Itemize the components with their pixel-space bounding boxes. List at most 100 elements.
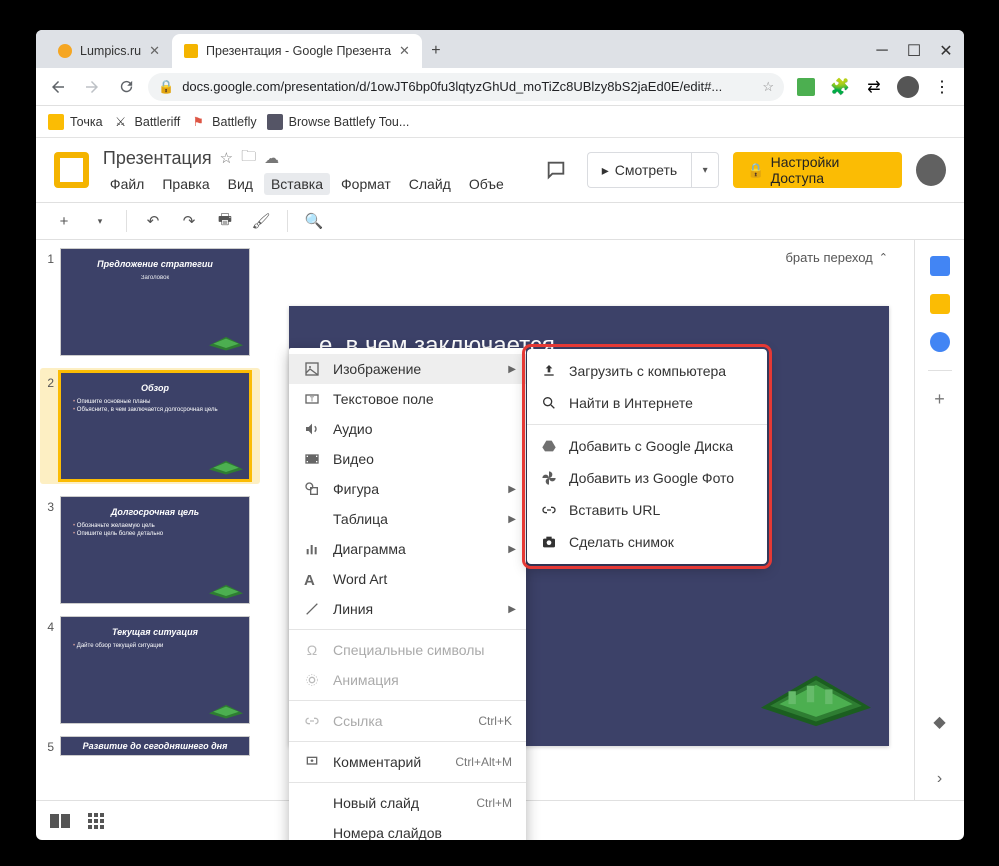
slide-thumbnail-selected[interactable]: Обзор Опишите основные планыОбъясните, в…	[60, 372, 250, 480]
menu-item-Изображение[interactable]: Изображение▶	[289, 354, 526, 384]
svg-text:T: T	[310, 395, 315, 404]
browser-tab-active[interactable]: Презентация - Google Презента ✕	[172, 34, 422, 68]
profile-avatar[interactable]	[896, 75, 920, 99]
extension-icon[interactable]	[794, 75, 818, 99]
menu-insert[interactable]: Вставка	[264, 173, 330, 195]
menu-label: Вставить URL	[569, 502, 660, 518]
calendar-icon[interactable]	[930, 256, 950, 276]
omnibox[interactable]: 🔒 docs.google.com/presentation/d/1owJT6b…	[148, 73, 784, 101]
submenu-item-photos[interactable]: Добавить из Google Фото	[527, 462, 767, 494]
slide-panel[interactable]: 1 Предложение стратегии Заголовок 2 Обзо…	[36, 240, 264, 800]
filmstrip-view-button[interactable]	[50, 814, 70, 828]
menu-item-Фигура[interactable]: Фигура▶	[289, 474, 526, 504]
bookmark[interactable]: ⚔Battleriff	[113, 114, 181, 130]
close-button[interactable]: ✕	[940, 34, 952, 68]
line-icon	[303, 601, 321, 617]
menu-label: Сделать снимок	[569, 534, 674, 550]
bookmark[interactable]: ⚑Battlefly	[190, 114, 256, 130]
menu-label: Текстовое поле	[333, 391, 434, 407]
grid-view-button[interactable]	[88, 813, 104, 829]
move-icon[interactable]: 🗀	[241, 146, 256, 171]
extensions-button[interactable]: 🧩	[828, 75, 852, 99]
tab-strip: Lumpics.ru ✕ Презентация - Google Презен…	[36, 34, 864, 68]
side-panel: + ◆ ›	[914, 240, 964, 800]
shortcut: Ctrl+Alt+M	[455, 755, 512, 769]
menu-view[interactable]: Вид	[221, 173, 260, 195]
zoom-button[interactable]: 🔍	[300, 207, 328, 235]
menu-label: Новый слайд	[333, 795, 419, 811]
star-icon[interactable]: ☆	[220, 149, 233, 167]
transition-button[interactable]: брать переход⌃	[785, 250, 888, 265]
paint-format-button[interactable]: 🖌	[247, 207, 275, 235]
account-avatar[interactable]	[916, 154, 946, 186]
slides-logo-icon[interactable]	[54, 152, 89, 188]
menu-item-Линия[interactable]: Линия▶	[289, 594, 526, 624]
new-slide-dropdown[interactable]: ▾	[86, 207, 114, 235]
print-button[interactable]: 🖶	[211, 207, 239, 235]
diagram-icon	[303, 541, 321, 557]
new-slide-button[interactable]: +	[50, 207, 78, 235]
menu-edit[interactable]: Правка	[155, 173, 216, 195]
submenu-item-search[interactable]: Найти в Интернете	[527, 387, 767, 419]
link-icon	[303, 713, 321, 729]
comment-history-button[interactable]	[539, 152, 573, 188]
submenu-item-camera[interactable]: Сделать снимок	[527, 526, 767, 558]
menu-button[interactable]: ⋮	[930, 75, 954, 99]
reload-button[interactable]	[114, 75, 138, 99]
browser-tab[interactable]: Lumpics.ru ✕	[46, 34, 172, 68]
menu-item-Аудио[interactable]: Аудио	[289, 414, 526, 444]
close-icon[interactable]: ✕	[399, 43, 410, 59]
svg-text:A: A	[304, 572, 315, 587]
menu-file[interactable]: Файл	[103, 173, 151, 195]
menu-arrange[interactable]: Объе	[462, 173, 511, 195]
menu-format[interactable]: Формат	[334, 173, 398, 195]
share-button[interactable]: 🔒Настройки Доступа	[733, 152, 902, 188]
close-icon[interactable]: ✕	[149, 43, 160, 59]
present-button[interactable]: ▸Смотреть	[587, 152, 691, 188]
menu-item-Видео[interactable]: Видео	[289, 444, 526, 474]
maximize-button[interactable]: ☐	[908, 34, 920, 68]
slide-thumbnail[interactable]: Текущая ситуация Дайте обзор текущей сит…	[60, 616, 250, 724]
bookmark[interactable]: Browse Battlefy Tou...	[267, 114, 410, 130]
tasks-icon[interactable]	[930, 332, 950, 352]
menu-item-Номера слайдов[interactable]: Номера слайдов	[289, 818, 526, 840]
submenu-item-drive[interactable]: Добавить с Google Диска	[527, 430, 767, 462]
doc-name[interactable]: Презентация	[103, 148, 212, 169]
add-addon-button[interactable]: +	[934, 389, 945, 410]
new-tab-button[interactable]: +	[422, 37, 450, 65]
menu-slide[interactable]: Слайд	[402, 173, 458, 195]
undo-button[interactable]: ↶	[139, 207, 167, 235]
menu-label: Загрузить с компьютера	[569, 363, 726, 379]
extension-icon[interactable]: ⇄	[862, 75, 886, 99]
star-icon[interactable]: ☆	[762, 79, 774, 95]
upload-icon	[541, 363, 557, 379]
menu-item-Новый слайд[interactable]: Новый слайд Ctrl+M	[289, 788, 526, 818]
menu-item-Word Art[interactable]: A Word Art	[289, 564, 526, 594]
insert-menu: Изображение▶TТекстовое полеАудиоВидеоФиг…	[289, 348, 526, 840]
menu-label: Изображение	[333, 361, 421, 377]
toolbar: + ▾ ↶ ↷ 🖶 🖌 🔍	[36, 202, 964, 240]
menu-item-Текстовое поле[interactable]: T Текстовое поле	[289, 384, 526, 414]
slide-thumbnail[interactable]: Развитие до сегодняшнего дня	[60, 736, 250, 756]
lock-icon: 🔒	[158, 79, 174, 95]
explore-button[interactable]: ◆	[933, 712, 945, 732]
comment-icon	[303, 754, 321, 770]
slide-thumbnail[interactable]: Предложение стратегии Заголовок	[60, 248, 250, 356]
menu-item-Комментарий[interactable]: КомментарийCtrl+Alt+M	[289, 747, 526, 777]
submenu-item-upload[interactable]: Загрузить с компьютера	[527, 355, 767, 387]
present-dropdown[interactable]: ▾	[691, 152, 719, 188]
menu-item-Таблица[interactable]: Таблица▶	[289, 504, 526, 534]
menu-label: Фигура	[333, 481, 379, 497]
slide-thumbnail[interactable]: Долгосрочная цель Обозначьте желаемую це…	[60, 496, 250, 604]
minimize-button[interactable]: ─	[876, 34, 888, 68]
redo-button[interactable]: ↷	[175, 207, 203, 235]
keep-icon[interactable]	[930, 294, 950, 314]
collapse-sidepanel-button[interactable]: ›	[937, 770, 942, 788]
menu-item-Диаграмма[interactable]: Диаграмма▶	[289, 534, 526, 564]
submenu-item-url[interactable]: Вставить URL	[527, 494, 767, 526]
menu-label: Word Art	[333, 571, 387, 587]
shortcut: Ctrl+M	[476, 796, 512, 810]
bookmark[interactable]: Точка	[48, 114, 103, 130]
back-button[interactable]	[46, 75, 70, 99]
menu-label: Ссылка	[333, 713, 383, 729]
